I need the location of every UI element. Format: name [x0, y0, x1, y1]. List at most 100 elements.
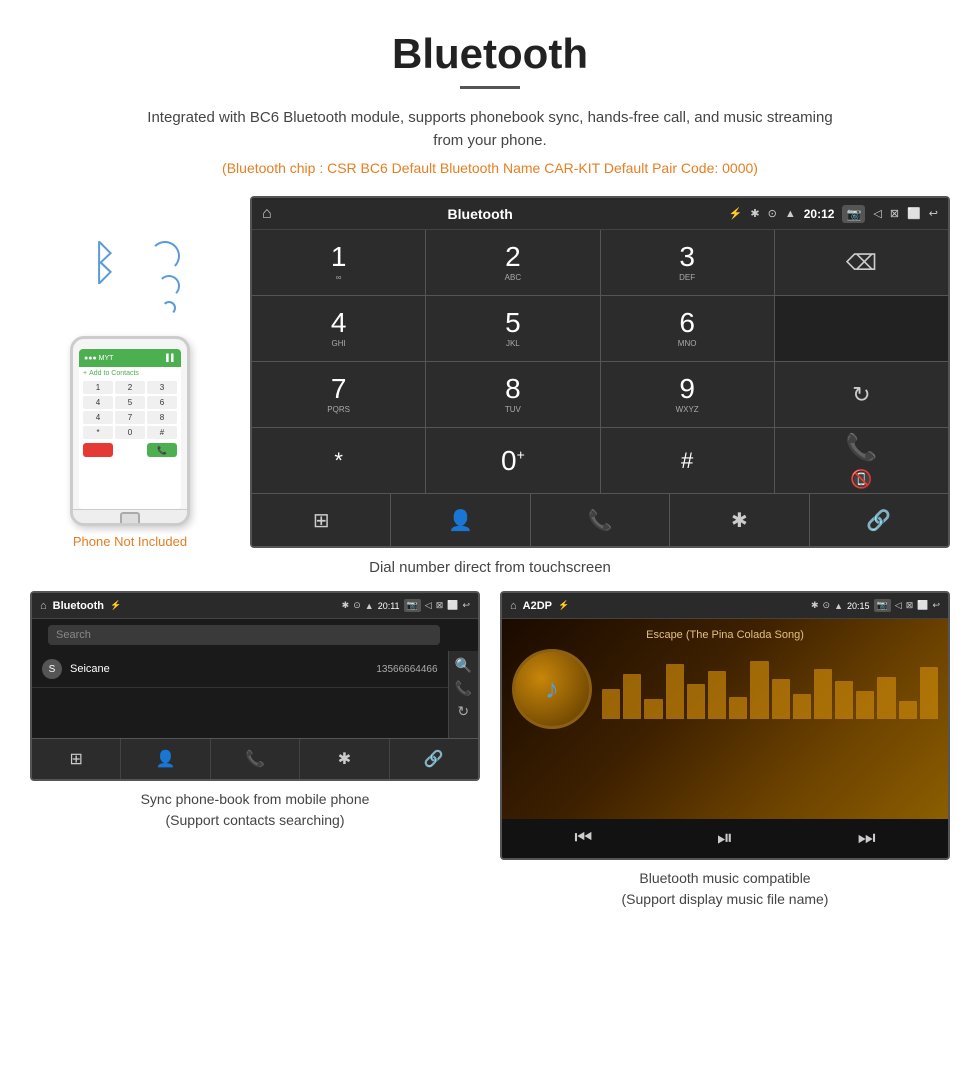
key-hash[interactable]: # — [601, 428, 774, 493]
music-back-icon: ↩ — [932, 600, 940, 611]
key-5[interactable]: 5 JKL — [426, 296, 599, 361]
vis-bar — [856, 691, 874, 719]
back-icon[interactable]: ↩ — [929, 207, 938, 220]
pb-tb-phone[interactable]: 📞 — [211, 739, 300, 779]
location-icon: ⊙ — [768, 207, 777, 220]
pb-tb-link[interactable]: 🔗 — [390, 739, 478, 779]
car-bluetooth-screen: ⌂ Bluetooth ⚡ ✱ ⊙ ▲ 20:12 📷 ◁ ⊠ ⬜ ↩ 1 ∞ … — [250, 196, 950, 548]
vis-bar — [899, 701, 917, 719]
toolbar-bluetooth-btn[interactable]: ✱ — [670, 494, 809, 546]
window-icon[interactable]: ⊠ — [890, 207, 899, 220]
signal-waves — [154, 241, 180, 315]
toolbar-contact-btn[interactable]: 👤 — [391, 494, 530, 546]
pb-bt-icon: ✱ — [342, 600, 350, 611]
key-6[interactable]: 6 MNO — [601, 296, 774, 361]
phone-signal: ▌▌ — [166, 355, 176, 362]
pb-contact-item[interactable]: S Seicane 13566664466 — [32, 651, 448, 688]
signal-wave-large — [150, 241, 180, 271]
bluetooth-symbol: ᛒ — [90, 236, 119, 291]
key-9[interactable]: 9 WXYZ — [601, 362, 774, 427]
pb-cam-icon: 📷 — [404, 599, 421, 612]
phone-home-button — [120, 512, 140, 526]
pb-tb-contact[interactable]: 👤 — [121, 739, 210, 779]
key-3[interactable]: 3 DEF — [601, 230, 774, 295]
phone-keypad: 1 2 3 4 5 6 4 7 8 * 0 # — [83, 381, 177, 439]
screen-title: Bluetooth — [280, 206, 681, 222]
music-bt-icon: ✱ — [811, 600, 819, 611]
key-1[interactable]: 1 ∞ — [252, 230, 425, 295]
main-screen-caption: Dial number direct from touchscreen — [0, 559, 980, 576]
pb-search-bar[interactable]: Search — [48, 625, 440, 645]
key-4[interactable]: 4 GHI — [252, 296, 425, 361]
pb-side-icons: 🔍 📞 ↻ — [448, 651, 478, 738]
music-home-icon[interactable]: ⌂ — [510, 600, 517, 612]
phone-key-0: 0 — [115, 426, 145, 439]
phone-key-8: 7 — [115, 411, 145, 424]
pb-refresh-icon[interactable]: ↻ — [457, 703, 469, 720]
key-star[interactable]: * — [252, 428, 425, 493]
music-visualizer — [602, 659, 938, 719]
phone-key-3: 3 — [147, 381, 177, 394]
vis-bar — [687, 684, 705, 719]
camera-icon[interactable]: 📷 — [842, 205, 865, 223]
pb-usb-icon: ⚡ — [110, 600, 121, 611]
music-sig-icon: ▲ — [834, 601, 843, 611]
phone-key-7: 4 — [83, 411, 113, 424]
pb-content: S Seicane 13566664466 🔍 📞 ↻ — [32, 651, 478, 738]
music-mini-screen: ⌂ A2DP ⚡ ✱ ⊙ ▲ 20:15 📷 ◁ ⊠ ⬜ ↩ Escape (T… — [500, 591, 950, 860]
fullscreen-icon[interactable]: ⬜ — [907, 207, 921, 220]
phone-key-1: 1 — [83, 381, 113, 394]
pb-tb-bt[interactable]: ✱ — [300, 739, 389, 779]
key-backspace[interactable]: ⌫ — [775, 230, 948, 295]
music-win-icon: ⊠ — [906, 600, 914, 611]
pb-contact-list: S Seicane 13566664466 — [32, 651, 448, 738]
page-header: Bluetooth Integrated with BC6 Bluetooth … — [0, 0, 980, 196]
pb-home-icon[interactable]: ⌂ — [40, 600, 47, 612]
pb-status-bar: ⌂ Bluetooth ⚡ ✱ ⊙ ▲ 20:11 📷 ◁ ⊠ ⬜ ↩ — [32, 593, 478, 619]
phone-key-star: * — [83, 426, 113, 439]
music-status-icons: ✱ ⊙ ▲ 20:15 📷 ◁ ⊠ ⬜ ↩ — [811, 599, 940, 612]
home-icon[interactable]: ⌂ — [262, 205, 272, 223]
key-7[interactable]: 7 PQRS — [252, 362, 425, 427]
music-caption-line2: (Support display music file name) — [622, 891, 829, 907]
next-btn[interactable]: ⏭ — [858, 827, 876, 850]
toolbar-grid-btn[interactable]: ⊞ — [252, 494, 391, 546]
toolbar-link-btn[interactable]: 🔗 — [810, 494, 948, 546]
key-0[interactable]: 0+ — [426, 428, 599, 493]
pb-tb-grid[interactable]: ⊞ — [32, 739, 121, 779]
pb-search-icon[interactable]: 🔍 — [455, 657, 472, 674]
prev-btn[interactable]: ⏮ — [574, 827, 592, 850]
page-description: Integrated with BC6 Bluetooth module, su… — [140, 107, 840, 152]
phone-area: ᛒ ●●● MYT ▌▌ +Add to Contacts 1 2 3 4 — [30, 196, 230, 549]
key-2[interactable]: 2 ABC — [426, 230, 599, 295]
signal-icon: ▲ — [785, 208, 796, 220]
phone-screen: ●●● MYT ▌▌ +Add to Contacts 1 2 3 4 5 6 … — [79, 349, 181, 509]
phone-key-6: 6 — [147, 396, 177, 409]
music-vol-icon: ◁ — [895, 600, 902, 611]
key-8[interactable]: 8 TUV — [426, 362, 599, 427]
music-screenshot: ⌂ A2DP ⚡ ✱ ⊙ ▲ 20:15 📷 ◁ ⊠ ⬜ ↩ Escape (T… — [500, 591, 950, 910]
contact-number: 13566664466 — [376, 664, 437, 675]
pb-status-icons: ✱ ⊙ ▲ 20:11 📷 ◁ ⊠ ⬜ ↩ — [342, 599, 470, 612]
volume-icon[interactable]: ◁ — [873, 207, 881, 220]
music-caption: Bluetooth music compatible (Support disp… — [622, 868, 829, 910]
vis-bar — [602, 689, 620, 719]
music-title: A2DP — [523, 600, 552, 612]
vis-bar — [920, 667, 938, 719]
music-usb-icon: ⚡ — [558, 600, 569, 611]
phone-mockup: ●●● MYT ▌▌ +Add to Contacts 1 2 3 4 5 6 … — [70, 336, 190, 526]
pb-full-icon: ⬜ — [447, 600, 458, 611]
music-note-icon: ♪ — [545, 673, 559, 705]
phone-add-contact: +Add to Contacts — [83, 370, 177, 377]
title-underline — [460, 86, 520, 89]
phone-key-hash: # — [147, 426, 177, 439]
pb-call-icon[interactable]: 📞 — [455, 680, 472, 697]
bottom-toolbar: ⊞ 👤 📞 ✱ 🔗 — [252, 493, 948, 546]
pb-loc-icon: ⊙ — [353, 600, 361, 611]
pb-sig-icon: ▲ — [365, 601, 374, 611]
pb-win-icon: ⊠ — [436, 600, 444, 611]
toolbar-phone-btn[interactable]: 📞 — [531, 494, 670, 546]
vis-bar — [877, 677, 895, 719]
play-pause-btn[interactable]: ⏯ — [717, 827, 733, 850]
key-refresh[interactable]: ↻ — [775, 362, 948, 427]
